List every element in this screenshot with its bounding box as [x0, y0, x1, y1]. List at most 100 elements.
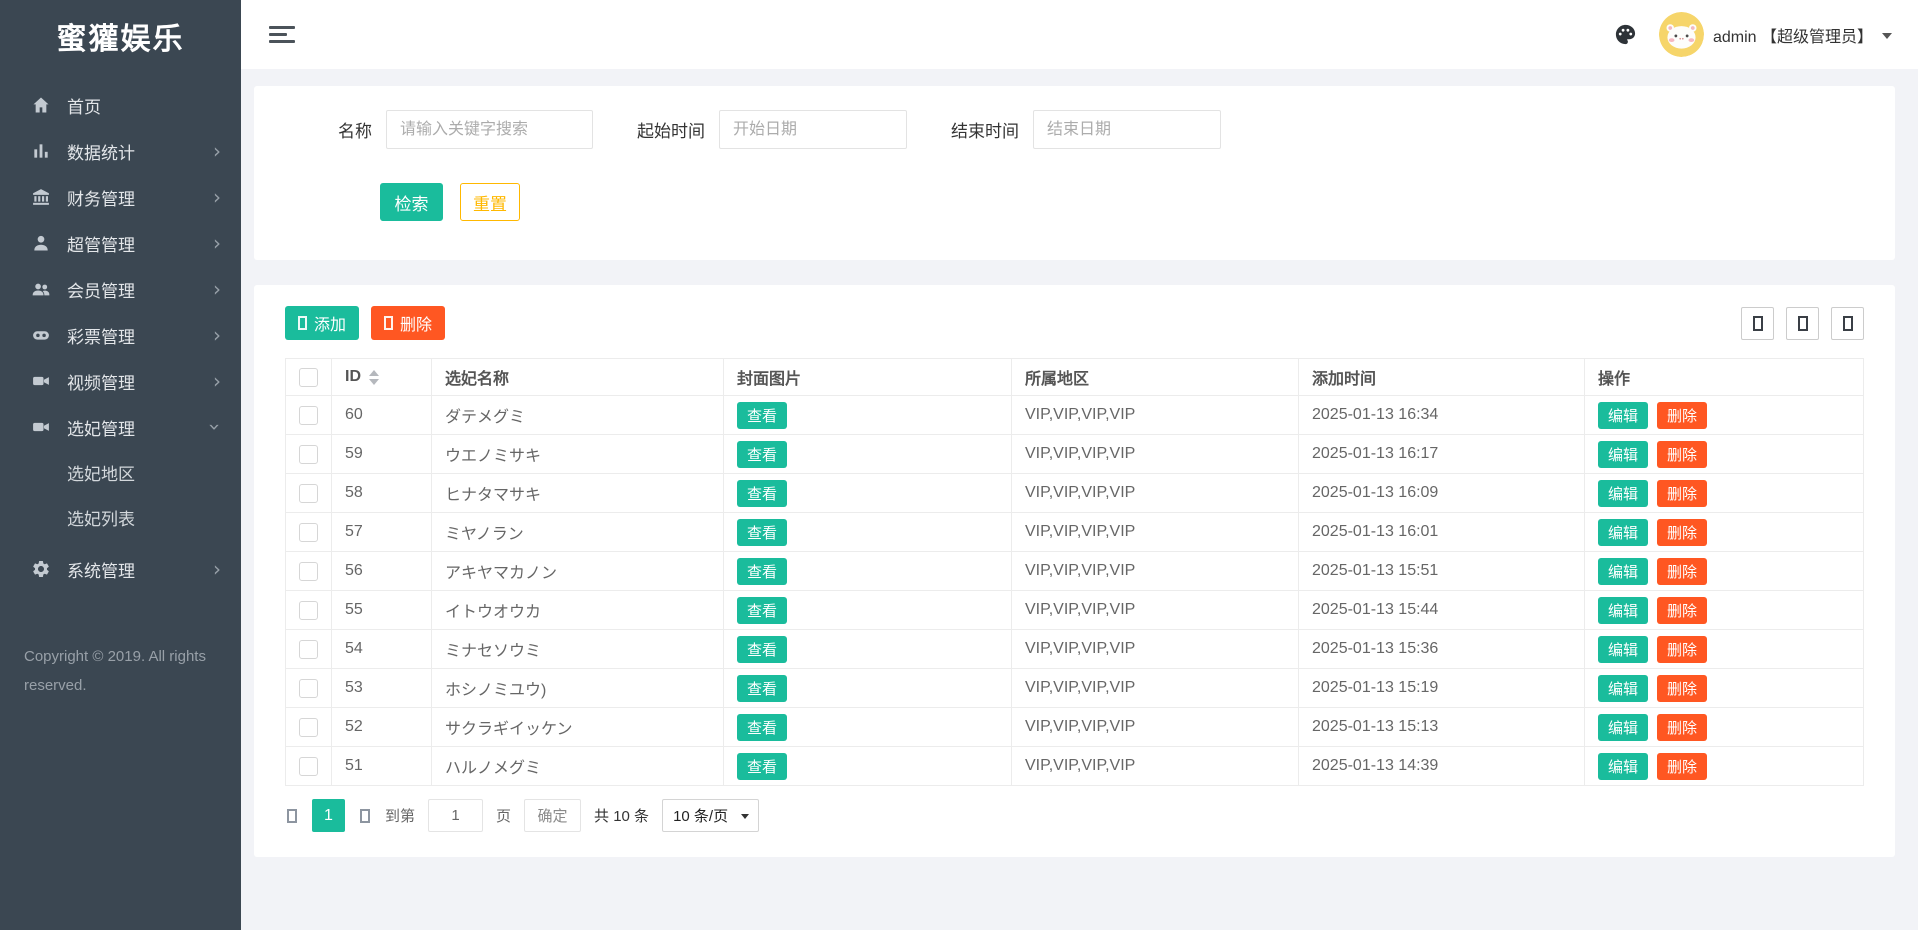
sidebar-item-label: 首页 [67, 97, 101, 117]
edit-button[interactable]: 编辑 [1598, 479, 1649, 507]
cell-id: 58 [331, 473, 432, 513]
main-content: 名称 起始时间 结束时间 检索 重置 添加 删除 [241, 69, 1918, 930]
row-checkbox[interactable] [299, 678, 318, 698]
chevron-right-icon: › [213, 557, 221, 581]
edit-button[interactable]: 编辑 [1598, 752, 1649, 780]
view-button[interactable]: 查看 [737, 752, 788, 780]
view-button[interactable]: 查看 [737, 440, 788, 468]
row-checkbox[interactable] [299, 756, 318, 776]
edit-button[interactable]: 编辑 [1598, 401, 1649, 429]
row-checkbox[interactable] [299, 600, 318, 620]
sidebar-item-superadmin[interactable]: 超管管理 › [0, 220, 241, 266]
cell-name: ハルノメグミ [431, 746, 724, 786]
goto-page-input[interactable] [428, 799, 484, 832]
view-button[interactable]: 查看 [737, 479, 788, 507]
edit-button[interactable]: 编辑 [1598, 596, 1649, 624]
table-row: 59 ウエノミサキ 查看 VIP,VIP,VIP,VIP 2025-01-13 … [285, 434, 1864, 474]
delete-button[interactable]: 删除 [1657, 674, 1708, 702]
delete-button[interactable]: 删除 [1657, 713, 1708, 741]
end-date-input[interactable] [1033, 110, 1221, 149]
chevron-right-icon: › [213, 369, 221, 393]
row-checkbox[interactable] [299, 405, 318, 425]
select-all-checkbox[interactable] [299, 367, 318, 387]
cell-id: 57 [331, 512, 432, 552]
cell-time: 2025-01-13 15:36 [1298, 629, 1585, 669]
cell-name: ヒナタマサキ [431, 473, 724, 513]
header-time: 添加时间 [1298, 358, 1585, 396]
edit-button[interactable]: 编辑 [1598, 440, 1649, 468]
export-icon [1797, 315, 1808, 331]
delete-button[interactable]: 删除 [1657, 401, 1708, 429]
edit-button[interactable]: 编辑 [1598, 674, 1649, 702]
view-button[interactable]: 查看 [737, 674, 788, 702]
view-button[interactable]: 查看 [737, 401, 788, 429]
search-button[interactable]: 检索 [380, 183, 443, 221]
view-button[interactable]: 查看 [737, 635, 788, 663]
menu-toggle-icon[interactable] [267, 20, 297, 49]
sidebar-item-video[interactable]: 视频管理 › [0, 358, 241, 404]
sort-icon[interactable] [369, 369, 379, 385]
sidebar-item-finance[interactable]: 财务管理 › [0, 174, 241, 220]
cell-region: VIP,VIP,VIP,VIP [1011, 746, 1299, 786]
sidebar-subitem-label: 选妃地区 [67, 465, 135, 484]
row-checkbox[interactable] [299, 639, 318, 659]
mask-icon [30, 324, 52, 346]
home-icon [30, 94, 52, 116]
cell-time: 2025-01-13 16:34 [1298, 395, 1585, 435]
edit-button[interactable]: 编辑 [1598, 635, 1649, 663]
sidebar-subitem-consort-list[interactable]: 选妃列表 [0, 495, 241, 540]
page-number-current[interactable]: 1 [312, 799, 345, 832]
row-checkbox[interactable] [299, 522, 318, 542]
edit-button[interactable]: 编辑 [1598, 713, 1649, 741]
prev-page-button[interactable] [285, 807, 299, 825]
edit-button[interactable]: 编辑 [1598, 518, 1649, 546]
view-button[interactable]: 查看 [737, 596, 788, 624]
sidebar-item-home[interactable]: 首页 [0, 82, 241, 128]
edit-button[interactable]: 编辑 [1598, 557, 1649, 585]
filter-columns-button[interactable] [1741, 306, 1774, 340]
delete-button[interactable]: 删除 [1657, 518, 1708, 546]
sidebar-item-label: 数据统计 [67, 143, 135, 163]
per-page-select[interactable]: 10 条/页 [662, 799, 760, 832]
row-checkbox[interactable] [299, 483, 318, 503]
delete-button[interactable]: 删除 [1657, 557, 1708, 585]
sidebar-item-members[interactable]: 会员管理 › [0, 266, 241, 312]
delete-button[interactable]: 删除 [1657, 479, 1708, 507]
sidebar-item-lottery[interactable]: 彩票管理 › [0, 312, 241, 358]
delete-button[interactable]: 删除 [1657, 440, 1708, 468]
theme-palette-icon[interactable] [1613, 22, 1639, 48]
sidebar-subitem-consort-region[interactable]: 选妃地区 [0, 450, 241, 495]
keyword-input[interactable] [386, 110, 593, 149]
start-date-input[interactable] [719, 110, 907, 149]
view-button[interactable]: 查看 [737, 518, 788, 546]
sidebar-item-consort[interactable]: 选妃管理 › [0, 404, 241, 450]
row-checkbox[interactable] [299, 561, 318, 581]
cell-time: 2025-01-13 15:13 [1298, 707, 1585, 747]
row-checkbox[interactable] [299, 717, 318, 737]
delete-button[interactable]: 删除 [1657, 752, 1708, 780]
delete-button[interactable]: 删除 [1657, 635, 1708, 663]
sidebar-item-stats[interactable]: 数据统计 › [0, 128, 241, 174]
cell-time: 2025-01-13 15:44 [1298, 590, 1585, 630]
delete-button[interactable]: 删除 [1657, 596, 1708, 624]
add-button[interactable]: 添加 [285, 306, 360, 340]
start-time-label: 起始时间 [637, 122, 705, 141]
reset-button[interactable]: 重置 [460, 183, 520, 221]
view-button[interactable]: 查看 [737, 557, 788, 585]
header-id[interactable]: ID [331, 358, 432, 396]
gear-icon [30, 558, 52, 580]
print-button[interactable] [1831, 306, 1864, 340]
cell-time: 2025-01-13 14:39 [1298, 746, 1585, 786]
view-button[interactable]: 查看 [737, 713, 788, 741]
export-button[interactable] [1786, 306, 1819, 340]
next-page-button[interactable] [358, 807, 372, 825]
batch-delete-button[interactable]: 删除 [371, 306, 446, 340]
confirm-button[interactable]: 确定 [524, 799, 582, 832]
row-checkbox[interactable] [299, 444, 318, 464]
user-menu[interactable]: admin 【超级管理员】 [1658, 12, 1892, 57]
sidebar-item-system[interactable]: 系统管理 › [0, 546, 241, 592]
chevron-right-icon: › [213, 231, 221, 255]
cell-region: VIP,VIP,VIP,VIP [1011, 551, 1299, 591]
cell-id: 56 [331, 551, 432, 591]
sidebar-item-label: 选妃管理 [67, 419, 135, 439]
